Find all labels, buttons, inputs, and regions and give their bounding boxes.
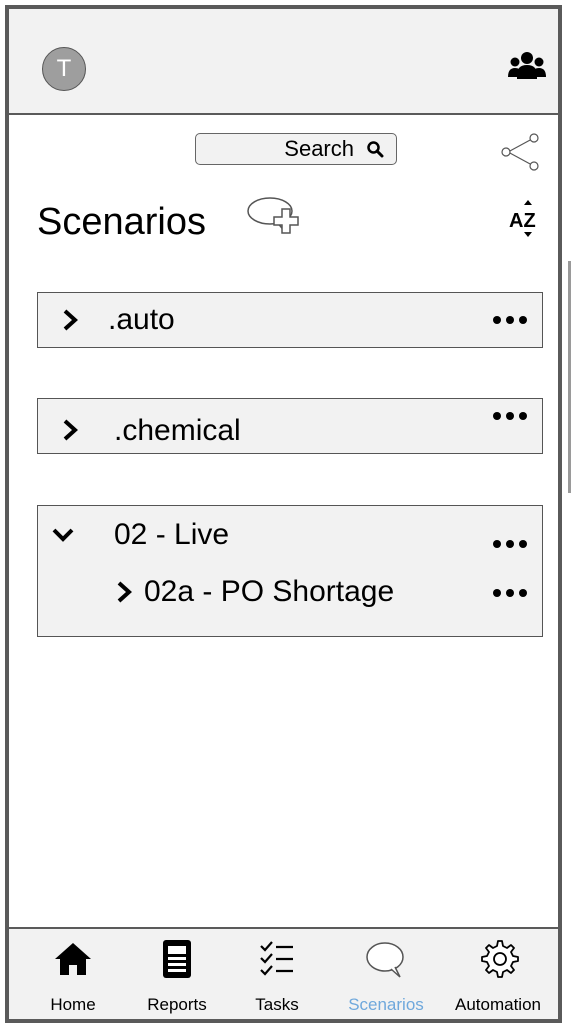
chevron-right-icon[interactable]	[60, 309, 82, 331]
nav-home-label: Home	[50, 995, 96, 1014]
scenario-folder-live[interactable]: 02 - Live 02a - PO Shortage	[37, 505, 543, 637]
automation-icon	[481, 940, 519, 978]
nav-reports-label: Reports	[147, 995, 207, 1014]
more-icon[interactable]	[492, 588, 528, 598]
more-icon[interactable]	[492, 411, 528, 421]
nav-scenarios-label: Scenarios	[348, 995, 424, 1014]
avatar-initial: T	[56, 55, 72, 82]
svg-text:AZ: AZ	[509, 210, 536, 232]
list-item-label: .chemical	[114, 414, 241, 447]
scenarios-icon	[366, 942, 404, 978]
share-icon[interactable]	[498, 132, 540, 172]
sort-az-icon[interactable]: AZ	[507, 199, 547, 239]
tasks-icon	[260, 941, 293, 976]
nav-automation[interactable]: Automation	[448, 929, 548, 1019]
page-title-row: Scenarios	[37, 195, 206, 249]
search-icon	[367, 141, 384, 158]
nav-tasks-label: Tasks	[255, 995, 299, 1014]
chevron-down-icon[interactable]	[52, 524, 74, 546]
list-item-label: .auto	[108, 303, 175, 336]
avatar[interactable]: T	[42, 47, 86, 91]
app-frame: T Search Scenarios AZ .auto .chemical 02…	[5, 5, 571, 1023]
top-bar: T	[9, 9, 558, 115]
add-scenario-icon[interactable]	[246, 195, 310, 241]
list-item-label: 02 - Live	[114, 518, 230, 551]
list-item[interactable]: 02a - PO Shortage	[38, 568, 542, 616]
list-item[interactable]: .auto	[38, 293, 542, 347]
more-icon[interactable]	[492, 539, 528, 549]
more-icon[interactable]	[492, 315, 528, 325]
scenario-folder-auto[interactable]: .auto	[37, 292, 543, 348]
scenario-folder-chemical[interactable]: .chemical	[37, 398, 543, 454]
list-item-label: 02a - PO Shortage	[144, 575, 395, 608]
users-icon[interactable]	[507, 47, 547, 87]
chevron-right-icon[interactable]	[114, 581, 136, 603]
search-button[interactable]: Search	[195, 133, 397, 165]
page-title: Scenarios	[37, 200, 206, 243]
reports-icon	[163, 940, 191, 978]
list-item[interactable]: .chemical	[38, 399, 542, 453]
nav-scenarios[interactable]: Scenarios	[336, 929, 436, 1019]
nav-home[interactable]: Home	[23, 929, 123, 1019]
bottom-nav: Home Reports Tasks Scenarios Automation	[9, 927, 558, 1019]
nav-reports[interactable]: Reports	[127, 929, 227, 1019]
list-item[interactable]: 02 - Live	[38, 512, 542, 558]
search-label: Search	[284, 136, 354, 161]
home-icon	[55, 943, 91, 975]
chevron-right-icon[interactable]	[60, 419, 82, 441]
nav-tasks[interactable]: Tasks	[227, 929, 327, 1019]
nav-automation-label: Automation	[455, 995, 541, 1014]
